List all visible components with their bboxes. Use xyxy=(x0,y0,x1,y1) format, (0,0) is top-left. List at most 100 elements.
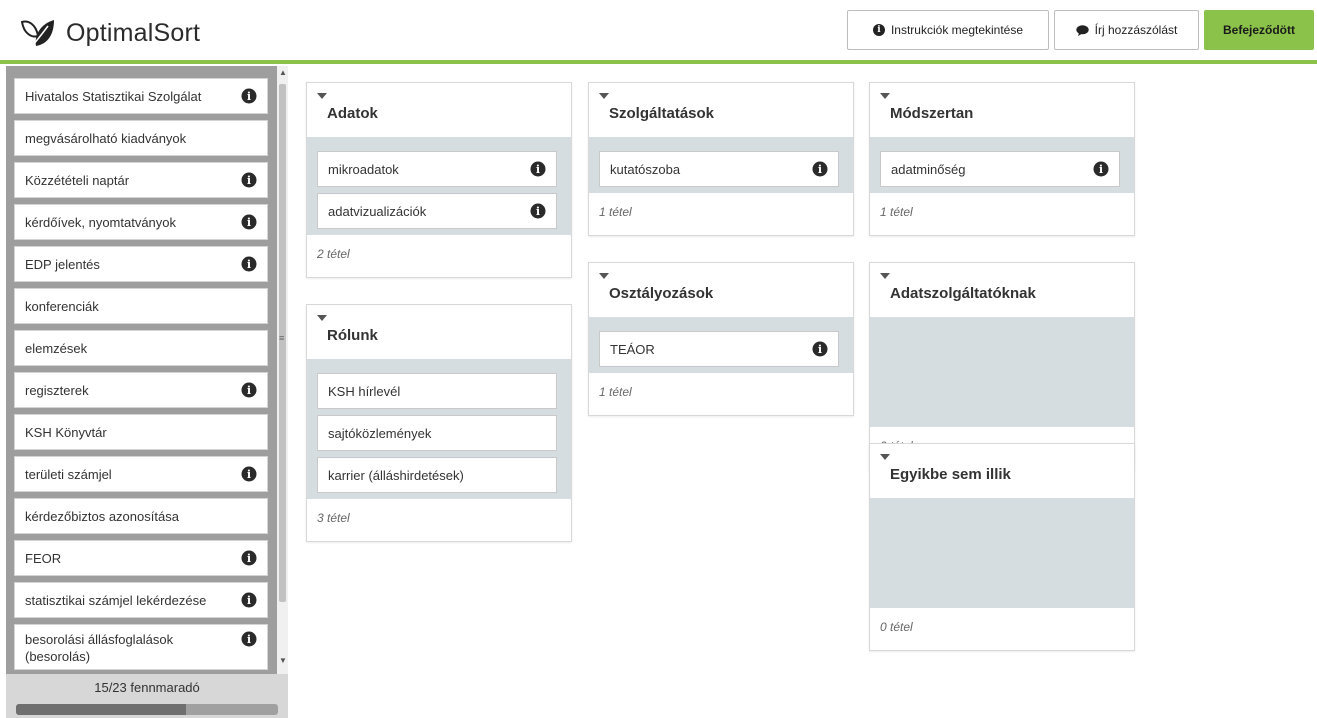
category-header[interactable]: Rólunk xyxy=(307,305,571,359)
category-box[interactable]: Osztályozások TEÁOR i 1 tétel xyxy=(588,262,854,416)
info-icon[interactable]: i xyxy=(241,256,257,272)
collapse-caret-icon[interactable] xyxy=(599,93,609,99)
category-footer: 1 tétel xyxy=(589,373,853,415)
card-label: Hivatalos Statisztikai Szolgálat xyxy=(25,88,202,104)
category-header[interactable]: Szolgáltatások xyxy=(589,83,853,137)
category-box[interactable]: Rólunk KSH hírlevél sajtóközlemények karrie… xyxy=(306,304,572,542)
info-icon[interactable]: i xyxy=(241,88,257,104)
instructions-button[interactable]: i Instrukciók megtekintése xyxy=(847,10,1049,50)
sidebar-card[interactable]: KSH Könyvtár xyxy=(14,414,268,450)
sorted-card[interactable]: adatvizualizációk i xyxy=(317,193,557,229)
item-count: 1 tétel xyxy=(880,205,913,219)
svg-text:i: i xyxy=(818,343,822,356)
svg-text:i: i xyxy=(247,90,251,103)
scrollbar-thumb[interactable] xyxy=(279,84,286,602)
sidebar-footer: 15/23 fennmaradó xyxy=(6,674,288,718)
collapse-caret-icon[interactable] xyxy=(880,454,890,460)
category-header[interactable]: Módszertan xyxy=(870,83,1134,137)
card-label: kérdőívek, nyomtatványok xyxy=(25,214,177,230)
info-icon[interactable]: i xyxy=(1093,161,1109,177)
sorted-card[interactable]: karrier (álláshirdetések) xyxy=(317,457,557,493)
category-drop-zone[interactable]: TEÁOR i xyxy=(589,317,853,373)
collapse-caret-icon[interactable] xyxy=(880,273,890,279)
sidebar-scrollbar[interactable]: ▲ ≡ ▼ xyxy=(277,66,288,674)
sidebar-card[interactable]: besorolási állásfoglalások (besorolás) i xyxy=(14,624,268,670)
category-drop-zone[interactable]: adatminőség i xyxy=(870,137,1134,193)
card-label: sajtóközlemények xyxy=(328,425,432,441)
info-icon[interactable]: i xyxy=(241,631,257,647)
category-title: Adatok xyxy=(327,105,378,122)
category-box[interactable]: Egyikbe sem illik 0 tétel xyxy=(869,443,1135,651)
category-drop-zone[interactable] xyxy=(870,498,1134,608)
sorted-card[interactable]: kutatószoba i xyxy=(599,151,839,187)
category-footer: 3 tétel xyxy=(307,499,571,541)
info-icon[interactable]: i xyxy=(812,161,828,177)
card-label: mikroadatok xyxy=(328,161,399,177)
card-label: statisztikai számjel lekérdezése xyxy=(25,592,207,608)
category-drop-zone[interactable]: mikroadatok i adatvizualizációk i xyxy=(307,137,571,235)
sorted-card[interactable]: adatminőség i xyxy=(880,151,1120,187)
sidebar-card[interactable]: területi számjel i xyxy=(14,456,268,492)
info-icon[interactable]: i xyxy=(812,341,828,357)
category-box[interactable]: Módszertan adatminőség i 1 tétel xyxy=(869,82,1135,236)
card-sidebar: Hivatalos Statisztikai Szolgálat i megvásá… xyxy=(6,66,288,718)
svg-text:i: i xyxy=(247,258,251,271)
category-title: Szolgáltatások xyxy=(609,105,715,122)
info-icon[interactable]: i xyxy=(241,466,257,482)
info-icon[interactable]: i xyxy=(241,550,257,566)
sorted-card[interactable]: TEÁOR i xyxy=(599,331,839,367)
card-label: EDP jelentés xyxy=(25,256,100,272)
category-box[interactable]: Adatok mikroadatok i adatvizualizációk i 2 té… xyxy=(306,82,572,278)
category-header[interactable]: Adatszolgáltatóknak xyxy=(870,263,1134,317)
sidebar-card[interactable]: kérdezőbiztos azonosítása xyxy=(14,498,268,534)
item-count: 1 tétel xyxy=(599,385,632,399)
sidebar-card[interactable]: Közzétételi naptár i xyxy=(14,162,268,198)
sorted-card[interactable]: sajtóközlemények xyxy=(317,415,557,451)
svg-text:i: i xyxy=(536,205,540,218)
scroll-up-icon[interactable]: ▲ xyxy=(279,68,287,77)
sidebar-card[interactable]: megvásárolható kiadványok xyxy=(14,120,268,156)
category-header[interactable]: Adatok xyxy=(307,83,571,137)
grip-icon: ≡ xyxy=(279,333,285,343)
brand-name: OptimalSort xyxy=(66,18,201,47)
category-box[interactable]: Szolgáltatások kutatószoba i 1 tétel xyxy=(588,82,854,236)
comment-button[interactable]: Írj hozzászólást xyxy=(1054,10,1199,50)
category-drop-zone[interactable]: KSH hírlevél sajtóközlemények karrier (áll… xyxy=(307,359,571,499)
collapse-caret-icon[interactable] xyxy=(599,273,609,279)
finish-button[interactable]: Befejeződött xyxy=(1204,10,1314,50)
sidebar-card[interactable]: elemzések xyxy=(14,330,268,366)
sorted-card[interactable]: KSH hírlevél xyxy=(317,373,557,409)
collapse-caret-icon[interactable] xyxy=(317,93,327,99)
finish-label: Befejeződött xyxy=(1223,23,1295,37)
category-drop-zone[interactable] xyxy=(870,317,1134,427)
category-header[interactable]: Egyikbe sem illik xyxy=(870,444,1134,498)
card-label: adatminőség xyxy=(891,161,966,177)
sidebar-card[interactable]: EDP jelentés i xyxy=(14,246,268,282)
svg-text:i: i xyxy=(818,163,822,176)
sidebar-card[interactable]: konferenciák xyxy=(14,288,268,324)
collapse-caret-icon[interactable] xyxy=(880,93,890,99)
category-box[interactable]: Adatszolgáltatóknak0 tétel xyxy=(869,262,1135,470)
collapse-caret-icon[interactable] xyxy=(317,315,327,321)
info-icon[interactable]: i xyxy=(241,214,257,230)
card-label: kutatószoba xyxy=(610,161,681,177)
category-header[interactable]: Osztályozások xyxy=(589,263,853,317)
info-icon[interactable]: i xyxy=(241,172,257,188)
sidebar-card[interactable]: regiszterek i xyxy=(14,372,268,408)
svg-text:i: i xyxy=(247,633,251,646)
svg-text:i: i xyxy=(247,174,251,187)
info-icon[interactable]: i xyxy=(241,592,257,608)
sidebar-card[interactable]: statisztikai számjel lekérdezése i xyxy=(14,582,268,618)
sidebar-card[interactable]: Hivatalos Statisztikai Szolgálat i xyxy=(14,78,268,114)
info-icon[interactable]: i xyxy=(530,203,546,219)
sidebar-card[interactable]: FEOR i xyxy=(14,540,268,576)
sorted-card[interactable]: mikroadatok i xyxy=(317,151,557,187)
sidebar-card[interactable]: kérdőívek, nyomtatványok i xyxy=(14,204,268,240)
header-accent-line xyxy=(0,60,1317,64)
scroll-down-icon[interactable]: ▼ xyxy=(279,656,287,665)
comment-label: Írj hozzászólást xyxy=(1094,23,1178,37)
info-icon[interactable]: i xyxy=(241,382,257,398)
category-drop-zone[interactable]: kutatószoba i xyxy=(589,137,853,193)
info-icon[interactable]: i xyxy=(530,161,546,177)
category-footer: 1 tétel xyxy=(870,193,1134,235)
